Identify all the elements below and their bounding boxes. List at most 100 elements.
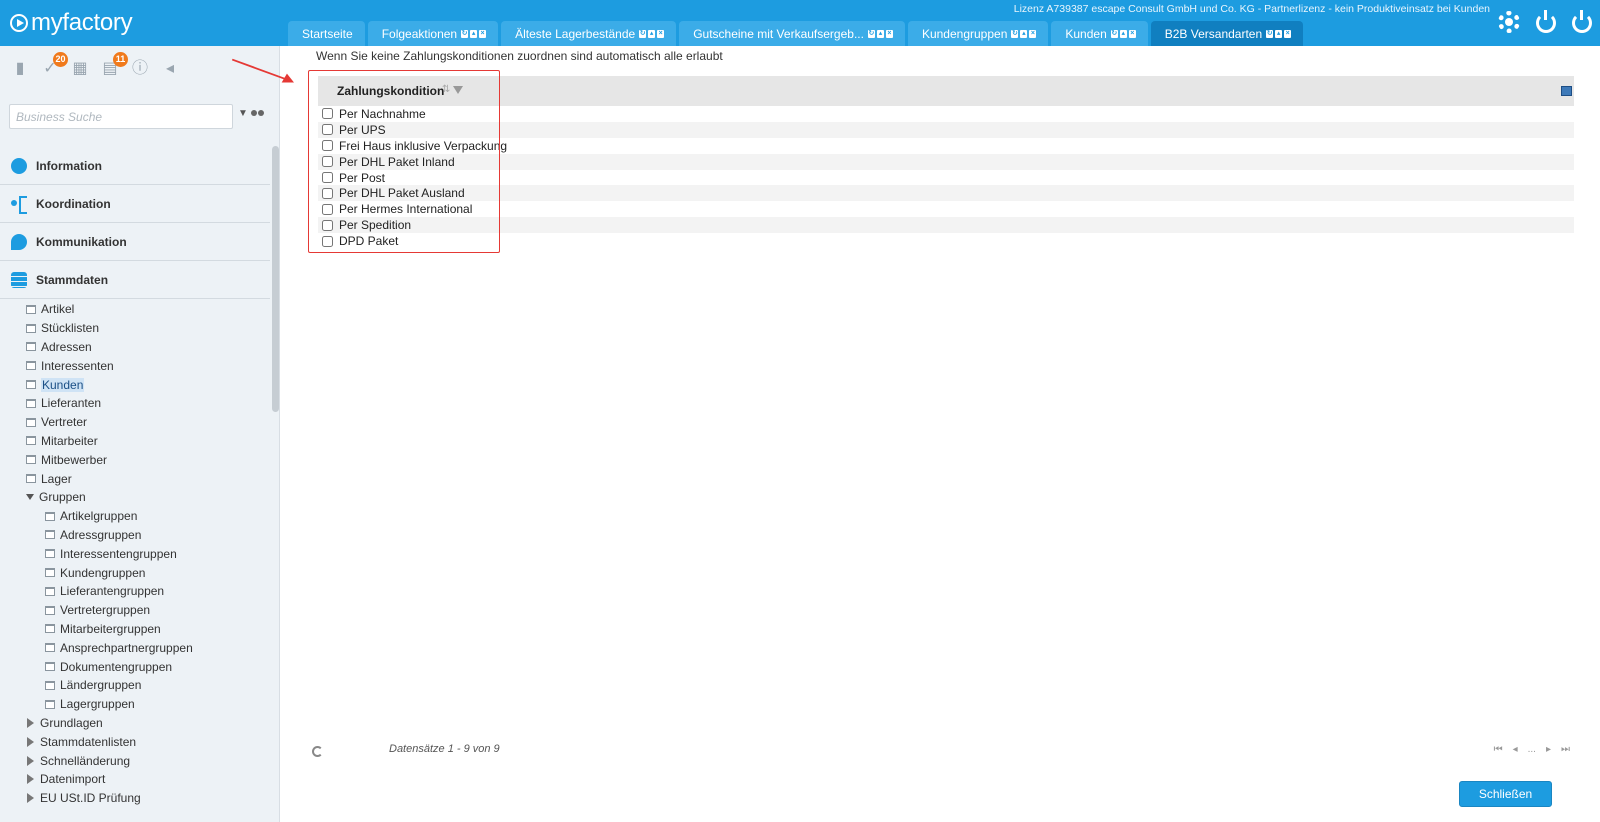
tree-item[interactable]: Lager	[0, 469, 270, 488]
row-checkbox[interactable]	[322, 187, 333, 199]
tab-refresh-icon[interactable]: ↻	[639, 29, 647, 38]
tab-5[interactable]: Kunden ↻ ▴ ×	[1051, 21, 1148, 46]
tab-refresh-icon[interactable]: ↻	[1110, 29, 1118, 38]
search-dropdown-icon[interactable]: ▼	[238, 108, 248, 119]
row-checkbox[interactable]	[322, 124, 333, 136]
reload-icon[interactable]	[312, 746, 323, 757]
tab-close-icon[interactable]: ×	[1029, 29, 1037, 38]
filter-icon[interactable]	[453, 86, 463, 94]
tree-item[interactable]: EU USt.ID Prüfung	[0, 789, 270, 808]
tab-close-icon[interactable]: ×	[885, 29, 893, 38]
tree-item[interactable]: Artikel	[0, 300, 270, 319]
tree-item[interactable]: Ansprechpartnergruppen	[0, 638, 270, 657]
tree-item[interactable]: Grundlagen	[0, 714, 270, 733]
table-row: Frei Haus inklusive Verpackung	[318, 138, 1574, 154]
row-checkbox[interactable]	[322, 140, 333, 152]
pager-first-icon[interactable]: ⏮	[1494, 744, 1503, 755]
close-button[interactable]: Schließen	[1459, 781, 1552, 807]
tab-close-icon[interactable]: ×	[479, 29, 487, 38]
collapsed-arrow-icon[interactable]	[27, 793, 34, 804]
logout-power-icon[interactable]	[1570, 10, 1594, 35]
tab-move-up-icon[interactable]: ▴	[470, 29, 478, 38]
tree-item[interactable]: Artikelgruppen	[0, 507, 270, 526]
collapsed-arrow-icon[interactable]	[27, 774, 34, 785]
tab-close-icon[interactable]: ×	[1284, 29, 1292, 38]
pager-last-icon[interactable]: ⏭	[1561, 744, 1570, 755]
messages-icon[interactable]: ▤ 11	[100, 52, 128, 79]
tree-item[interactable]: Vertreter	[0, 413, 270, 432]
expanded-arrow-icon[interactable]	[26, 494, 34, 501]
tab-move-up-icon[interactable]: ▴	[648, 29, 656, 38]
section-information[interactable]: Information	[0, 147, 270, 185]
tree-item[interactable]: Stammdatenlisten	[0, 732, 270, 751]
tab-move-up-icon[interactable]: ▴	[1020, 29, 1028, 38]
business-search-input[interactable]	[10, 105, 232, 128]
collapsed-arrow-icon[interactable]	[27, 736, 34, 747]
tree-item[interactable]: Lagergruppen	[0, 695, 270, 714]
pager-next-icon[interactable]: ▸	[1546, 744, 1551, 755]
section-koordination[interactable]: Koordination	[0, 185, 270, 223]
tab-1[interactable]: Folgeaktionen ↻ ▴ ×	[367, 21, 499, 46]
tab-0[interactable]: Startseite	[288, 21, 365, 46]
tab-move-up-icon[interactable]: ▴	[1119, 29, 1127, 38]
tree-item[interactable]: Mitarbeitergruppen	[0, 620, 270, 639]
tree-item[interactable]: Datenimport	[0, 770, 270, 789]
tab-refresh-icon[interactable]: ↻	[1011, 29, 1019, 38]
tab-3[interactable]: Gutscheine mit Verkaufsergeb... ↻ ▴ ×	[679, 21, 905, 46]
calendar-icon[interactable]: ▦	[70, 59, 90, 79]
tree-item[interactable]: Kundengruppen	[0, 563, 270, 582]
tree-item[interactable]: Gruppen	[0, 488, 270, 507]
row-checkbox[interactable]	[322, 219, 333, 231]
row-checkbox[interactable]	[322, 235, 333, 247]
tree-item[interactable]: Interessentengruppen	[0, 544, 270, 563]
tree-item[interactable]: Adressen	[0, 338, 270, 357]
tree-item[interactable]: Lieferantengruppen	[0, 582, 270, 601]
sort-icon[interactable]: ⇅	[442, 84, 450, 95]
tree-item[interactable]: Dokumentengruppen	[0, 657, 270, 676]
tab-refresh-icon[interactable]: ↻	[1266, 29, 1274, 38]
tree-item[interactable]: Interessenten	[0, 356, 270, 375]
tree-item[interactable]: Mitbewerber	[0, 450, 270, 469]
power-icon[interactable]	[1534, 10, 1558, 35]
tree-item[interactable]: Ländergruppen	[0, 676, 270, 695]
tab-move-up-icon[interactable]: ▴	[876, 29, 884, 38]
collapse-left-icon[interactable]: ◂	[160, 59, 180, 79]
section-stammdaten[interactable]: Stammdaten	[0, 261, 270, 299]
tab-move-up-icon[interactable]: ▴	[1275, 29, 1283, 38]
tree-item[interactable]: Kunden	[0, 375, 270, 394]
tree-item[interactable]: Lieferanten	[0, 394, 270, 413]
tree-item[interactable]: Mitarbeiter	[0, 432, 270, 451]
tab-2[interactable]: Älteste Lagerbestände ↻ ▴ ×	[501, 21, 677, 46]
tab-4[interactable]: Kundengruppen ↻ ▴ ×	[907, 21, 1049, 46]
collapsed-arrow-icon[interactable]	[27, 717, 34, 728]
export-icon[interactable]	[1561, 86, 1572, 96]
logo[interactable]: myfactory	[10, 8, 133, 38]
search-options-icon[interactable]	[251, 110, 265, 118]
pin-icon[interactable]: ▮	[10, 59, 30, 79]
tab-refresh-icon[interactable]: ↻	[867, 29, 875, 38]
tasks-icon[interactable]: ✓ 20	[40, 52, 68, 79]
settings-gear-icon[interactable]	[1498, 11, 1522, 35]
row-label: Per Hermes International	[339, 202, 473, 217]
tab-close-icon[interactable]: ×	[1128, 29, 1136, 38]
tab-6[interactable]: B2B Versandarten ↻ ▴ ×	[1150, 21, 1304, 46]
pager-prev-icon[interactable]: ◂	[1513, 744, 1518, 755]
row-checkbox[interactable]	[322, 203, 333, 215]
info-icon[interactable]: ⓘ	[130, 59, 150, 79]
tree-item[interactable]: Stücklisten	[0, 319, 270, 338]
tree-item[interactable]: Schnelländerung	[0, 751, 270, 770]
tab-refresh-icon[interactable]: ↻	[461, 29, 469, 38]
window-icon	[26, 342, 36, 352]
tree-item[interactable]: Vertretergruppen	[0, 601, 270, 620]
sidebar: ▮ ✓20 ▦ ▤11 ⓘ ◂ ▼ Information Koordinati…	[0, 46, 280, 822]
row-checkbox[interactable]	[322, 108, 333, 120]
section-kommunikation[interactable]: Kommunikation	[0, 223, 270, 261]
collapsed-arrow-icon[interactable]	[27, 755, 34, 766]
column-header-zahlungskondition[interactable]: Zahlungskondition	[337, 84, 444, 98]
tab-close-icon[interactable]: ×	[657, 29, 665, 38]
sidebar-scrollbar[interactable]	[272, 146, 279, 412]
tree-item[interactable]: Adressgruppen	[0, 526, 270, 545]
row-checkbox[interactable]	[322, 156, 333, 168]
row-checkbox[interactable]	[322, 172, 333, 183]
database-icon	[11, 271, 27, 288]
